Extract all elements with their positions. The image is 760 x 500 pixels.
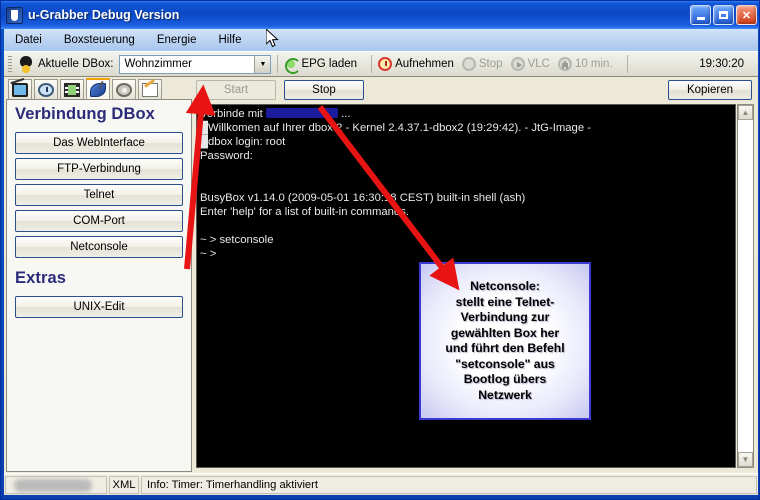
timer-icon	[557, 57, 572, 71]
status-cell-info: Info: Timer: Timerhandling aktiviert	[141, 475, 757, 494]
dbox-select-value: Wohnzimmer	[124, 58, 192, 70]
close-icon: ✕	[741, 9, 752, 22]
alarm-clock-icon	[38, 83, 54, 97]
duration-label: 10 min.	[574, 58, 613, 70]
copy-button[interactable]: Kopieren	[668, 80, 752, 100]
stop-record-label: Stop	[478, 58, 503, 70]
window-title: u-Grabber Debug Version	[28, 8, 180, 22]
menu-bar: Datei Boxsteuerung Energie Hilfe	[4, 29, 758, 51]
vlc-button: VLC	[510, 57, 550, 71]
mouse-cursor-icon	[266, 29, 279, 48]
sidebar-item-film[interactable]	[60, 79, 84, 100]
pencil-icon	[142, 83, 158, 97]
sidebar-item-edit[interactable]	[138, 79, 162, 100]
sidebar-item-tv[interactable]	[8, 79, 32, 100]
play-icon	[510, 57, 525, 71]
status-cell-xml: XML	[109, 475, 139, 494]
telnet-button[interactable]: Telnet	[15, 184, 183, 206]
record-label: Aufnehmen	[395, 58, 454, 70]
menu-item-boxsteuerung[interactable]: Boxsteuerung	[53, 32, 146, 48]
title-bar: u-Grabber Debug Version ✕	[1, 1, 759, 29]
sidebar-item-connection[interactable]	[86, 78, 110, 100]
status-bar: XML Info: Timer: Timerhandling aktiviert	[4, 473, 758, 495]
vlc-label: VLC	[527, 58, 550, 70]
app-window-icon	[6, 6, 23, 24]
main-toolbar: Aktuelle DBox: Wohnzimmer ▼ EPG laden Au…	[4, 51, 758, 77]
unix-edit-button[interactable]: UNIX-Edit	[15, 296, 183, 318]
scroll-down-button[interactable]: ▼	[738, 452, 753, 467]
satellite-dish-icon	[90, 83, 106, 97]
section-title-connection: Verbindung DBox	[15, 105, 155, 123]
scroll-up-button[interactable]: ▲	[738, 105, 753, 120]
terminal-line-1-suffix: ...	[337, 108, 351, 120]
minimize-button[interactable]	[690, 5, 711, 25]
tux-penguin-icon	[18, 55, 34, 73]
sidebar-tabstrip	[6, 78, 192, 100]
ftp-connection-button[interactable]: FTP-Verbindung	[15, 158, 183, 180]
record-button[interactable]: Aufnehmen	[378, 57, 454, 71]
maximize-button[interactable]	[713, 5, 734, 25]
terminal-body: █Willkomen auf Ihrer dbox 2 - Kernel 2.4…	[200, 122, 592, 260]
toolbar-separator-2	[371, 55, 373, 73]
start-button: Start	[196, 80, 276, 100]
film-strip-icon	[64, 83, 80, 97]
menu-item-datei[interactable]: Datei	[4, 32, 53, 48]
menu-item-energie[interactable]: Energie	[146, 32, 208, 48]
stop-record-button: Stop	[461, 57, 503, 71]
status-cell-left	[5, 475, 107, 494]
netconsole-button[interactable]: Netconsole	[15, 236, 183, 258]
sidebar-item-timer[interactable]	[34, 79, 58, 100]
terminal-line-1-prefix: Verbinde mit	[200, 108, 266, 120]
refresh-icon	[284, 57, 302, 74]
toolbar-separator-3	[626, 55, 628, 73]
sidebar-panel: Verbindung DBox Das WebInterface FTP-Ver…	[6, 99, 192, 472]
stop-icon	[461, 57, 476, 71]
dbox-select[interactable]: Wohnzimmer ▼	[119, 54, 272, 74]
stop-button[interactable]: Stop	[284, 80, 364, 100]
menu-item-hilfe[interactable]: Hilfe	[207, 32, 252, 48]
console-control-bar: Start Stop Kopieren	[196, 78, 754, 104]
gear-icon	[116, 83, 132, 97]
com-port-button[interactable]: COM-Port	[15, 210, 183, 232]
alarm-clock-icon	[378, 57, 393, 71]
terminal-text: Verbinde mit ... █Willkomen auf Ihrer db…	[200, 107, 733, 261]
epg-load-label: EPG laden	[301, 58, 358, 70]
redacted-status-value	[14, 478, 92, 492]
close-button[interactable]: ✕	[736, 5, 757, 25]
toolbar-grip[interactable]	[8, 56, 12, 72]
application-window: u-Grabber Debug Version ✕ Datei Boxsteue…	[0, 0, 760, 500]
chevron-down-icon[interactable]: ▼	[254, 55, 271, 73]
caption-button-group: ✕	[690, 5, 759, 25]
section-title-extras: Extras	[15, 269, 67, 287]
toolbar-separator	[277, 55, 279, 73]
annotation-callout: Netconsole: stellt eine Telnet- Verbindu…	[419, 262, 591, 420]
duration-button: 10 min.	[557, 57, 613, 71]
dbox-label: Aktuelle DBox:	[38, 58, 114, 70]
annotation-callout-text: Netconsole: stellt eine Telnet- Verbindu…	[445, 279, 565, 402]
epg-load-button[interactable]: EPG laden	[284, 57, 358, 74]
webinterface-button[interactable]: Das WebInterface	[15, 132, 183, 154]
sidebar-item-settings[interactable]	[112, 79, 136, 100]
sidebar: Verbindung DBox Das WebInterface FTP-Ver…	[6, 78, 192, 472]
toolbar-clock: 19:30:20	[699, 58, 744, 70]
terminal-scrollbar[interactable]: ▲ ▼	[737, 104, 754, 468]
client-area: Verbindung DBox Das WebInterface FTP-Ver…	[4, 77, 758, 473]
tv-icon	[12, 83, 28, 97]
redacted-host	[265, 108, 338, 118]
